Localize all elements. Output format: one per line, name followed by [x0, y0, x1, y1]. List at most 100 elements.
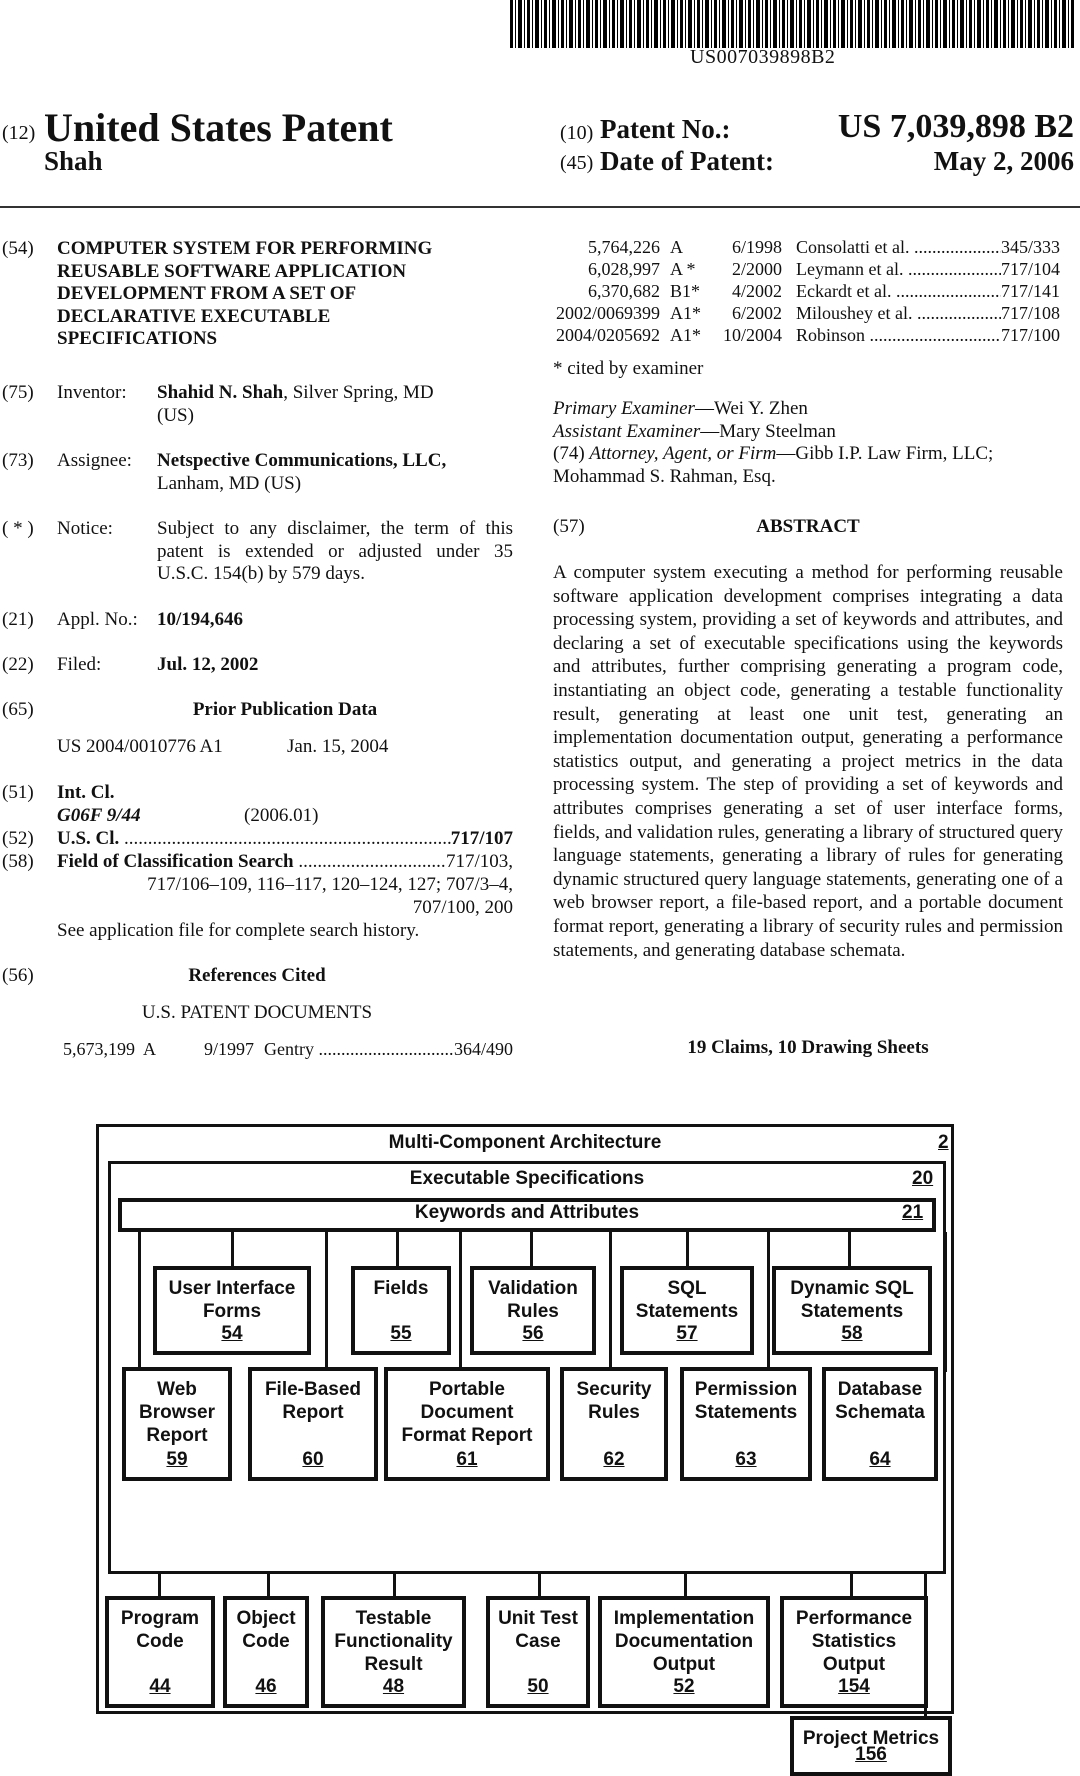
component-ref-number: 59	[166, 1449, 188, 1470]
ref-class: 345/333	[1000, 237, 1060, 257]
ref-class: 717/100	[1000, 325, 1060, 345]
ref-number: 6,028,997	[588, 259, 660, 279]
frame-ref-number: 2	[938, 1132, 949, 1153]
field-search-label: Field of Classification Search	[57, 851, 294, 872]
component-label: User Interface Forms	[168, 1278, 296, 1322]
inventor-location: , Silver Spring, MD	[283, 382, 434, 403]
component-box: Database Schemata 64	[822, 1367, 938, 1481]
inventor-country: (US)	[157, 404, 194, 426]
reference-list-right: 5,764,226 A 6/1998 Consolatti et al. ...…	[540, 236, 1060, 346]
filed-label: Filed:	[57, 654, 102, 675]
code-45: (45)	[560, 152, 594, 174]
title-line: DEVELOPMENT FROM A SET OF	[57, 283, 357, 304]
barcode-number: US007039898B2	[690, 46, 836, 68]
reference-row: 5,764,226 A 6/1998 Consolatti et al. ...…	[540, 236, 1060, 258]
connector-line	[609, 1232, 612, 1372]
connector-line	[538, 1574, 541, 1598]
notice-line: U.S.C. 154(b) by 579 days.	[157, 563, 365, 584]
examiners: Primary Examiner—Wei Y. Zhen Assistant E…	[553, 398, 1063, 488]
ref-class: 717/108	[1000, 303, 1060, 323]
component-ref-number: 56	[522, 1323, 544, 1344]
code-65: (65)	[2, 699, 34, 720]
title-line: COMPUTER SYSTEM FOR PERFORMING	[57, 238, 433, 259]
reference-row: 6,370,682 B1* 4/2002 Eckardt et al. ....…	[540, 280, 1060, 302]
connector-line	[767, 1232, 770, 1372]
notice-label: Notice:	[57, 518, 113, 539]
appl-number: 10/194,646	[157, 609, 244, 630]
connector-line	[267, 1574, 270, 1598]
code-notice: ( * )	[2, 518, 34, 539]
int-cl-label: Int. Cl.	[57, 782, 115, 803]
ref-number: 6,370,682	[588, 281, 660, 301]
patent-number: US 7,039,898 B2	[837, 108, 1074, 145]
component-ref-number: 62	[603, 1449, 625, 1470]
reference-row: 2004/0205692 A1* 10/2004 Robinson ......…	[540, 324, 1060, 346]
cited-by-examiner-note: * cited by examiner	[553, 358, 704, 379]
ref-date: 10/2004	[722, 325, 782, 345]
appl-label: Appl. No.:	[57, 609, 138, 630]
prior-pub-number: US 2004/0010776 A1	[57, 736, 223, 757]
search-history-note: See application file for complete search…	[57, 920, 420, 941]
output-box: Testable Functionality Result 48	[321, 1596, 466, 1708]
output-ref-number: 154	[838, 1676, 870, 1697]
output-box: Performance Statistics Output 154	[780, 1596, 928, 1708]
output-label: Object Code	[236, 1608, 296, 1652]
project-metrics-box: Project Metrics 156	[790, 1716, 952, 1776]
ref-name: Leymann et al.	[796, 259, 904, 279]
reference-list-left: 5,673,199 A 9/1997 Gentry ..............…	[40, 1038, 513, 1060]
leader-dots: ........................................…	[318, 1039, 454, 1059]
output-ref-number: 50	[527, 1676, 549, 1697]
component-ref-number: 63	[735, 1449, 757, 1470]
code-10: (10)	[560, 122, 594, 144]
connector-line	[686, 1232, 689, 1268]
ref-name: Eckardt et al.	[796, 281, 892, 301]
ref-class: 717/141	[1000, 281, 1060, 301]
notice-line: Subject to any disclaimer, the term of t…	[157, 518, 513, 539]
leader-dots: ........................................…	[298, 851, 446, 872]
notice-text: Subject to any disclaimer, the term of t…	[157, 518, 513, 586]
connector-line	[530, 1232, 533, 1268]
invention-title: COMPUTER SYSTEM FOR PERFORMING REUSABLE …	[57, 238, 497, 351]
connector-line	[459, 1232, 462, 1372]
code-74: (74)	[553, 443, 590, 464]
abstract-text: A computer system executing a method for…	[553, 562, 1063, 961]
assignee-name: Netspective Communications, LLC,	[157, 450, 447, 471]
component-label: Fields	[373, 1278, 429, 1299]
int-cl-version: (2006.01)	[244, 805, 319, 826]
code-75: (75)	[2, 382, 34, 403]
leader-dots: ..................................	[869, 325, 1001, 345]
output-ref-number: 156	[855, 1744, 887, 1765]
output-label: Testable Functionality Result	[334, 1608, 453, 1675]
ref-kind: B1*	[670, 281, 701, 301]
component-box: Dynamic SQL Statements 58	[772, 1266, 932, 1355]
code-12: (12)	[2, 122, 36, 144]
output-box: Program Code 44	[105, 1596, 215, 1708]
ref-class: 717/104	[1000, 259, 1060, 279]
assignee-location: Lanham, MD (US)	[157, 472, 302, 494]
ref-number: 2002/0069399	[555, 303, 660, 323]
component-ref-number: 55	[390, 1323, 412, 1344]
ref-kind: A	[143, 1039, 156, 1059]
ref-date: 2/2000	[731, 259, 782, 279]
code-54: (54)	[2, 238, 34, 259]
component-ref-number: 64	[869, 1449, 891, 1470]
component-box: Web Browser Report 59	[122, 1367, 232, 1481]
output-label: Implementation Documentation Output	[613, 1608, 755, 1675]
references-heading: References Cited	[188, 965, 326, 986]
ref-name: Gentry	[264, 1039, 314, 1059]
field-search-row: Field of Classification Search .........…	[57, 851, 513, 874]
us-patent-docs-heading: U.S. PATENT DOCUMENTS	[141, 1002, 373, 1023]
us-cl-row: U.S. Cl. ...............................…	[57, 828, 513, 851]
connector-line	[158, 1574, 161, 1598]
abstract-heading: ABSTRACT	[756, 516, 860, 537]
connector-line	[848, 1232, 851, 1268]
component-label: Permission Statements	[694, 1379, 798, 1423]
connector-line	[393, 1574, 396, 1598]
component-label: Security Rules	[576, 1379, 652, 1423]
us-cl-value: 717/107	[450, 828, 513, 849]
reference-row: 6,028,997 A * 2/2000 Leymann et al. ....…	[540, 258, 1060, 280]
primary-examiner-label: Primary Examiner	[553, 398, 695, 419]
attorney-label: Attorney, Agent, or Firm	[589, 443, 777, 464]
prior-pub-heading: Prior Publication Data	[192, 699, 378, 720]
ref-date: 9/1997	[203, 1039, 254, 1059]
